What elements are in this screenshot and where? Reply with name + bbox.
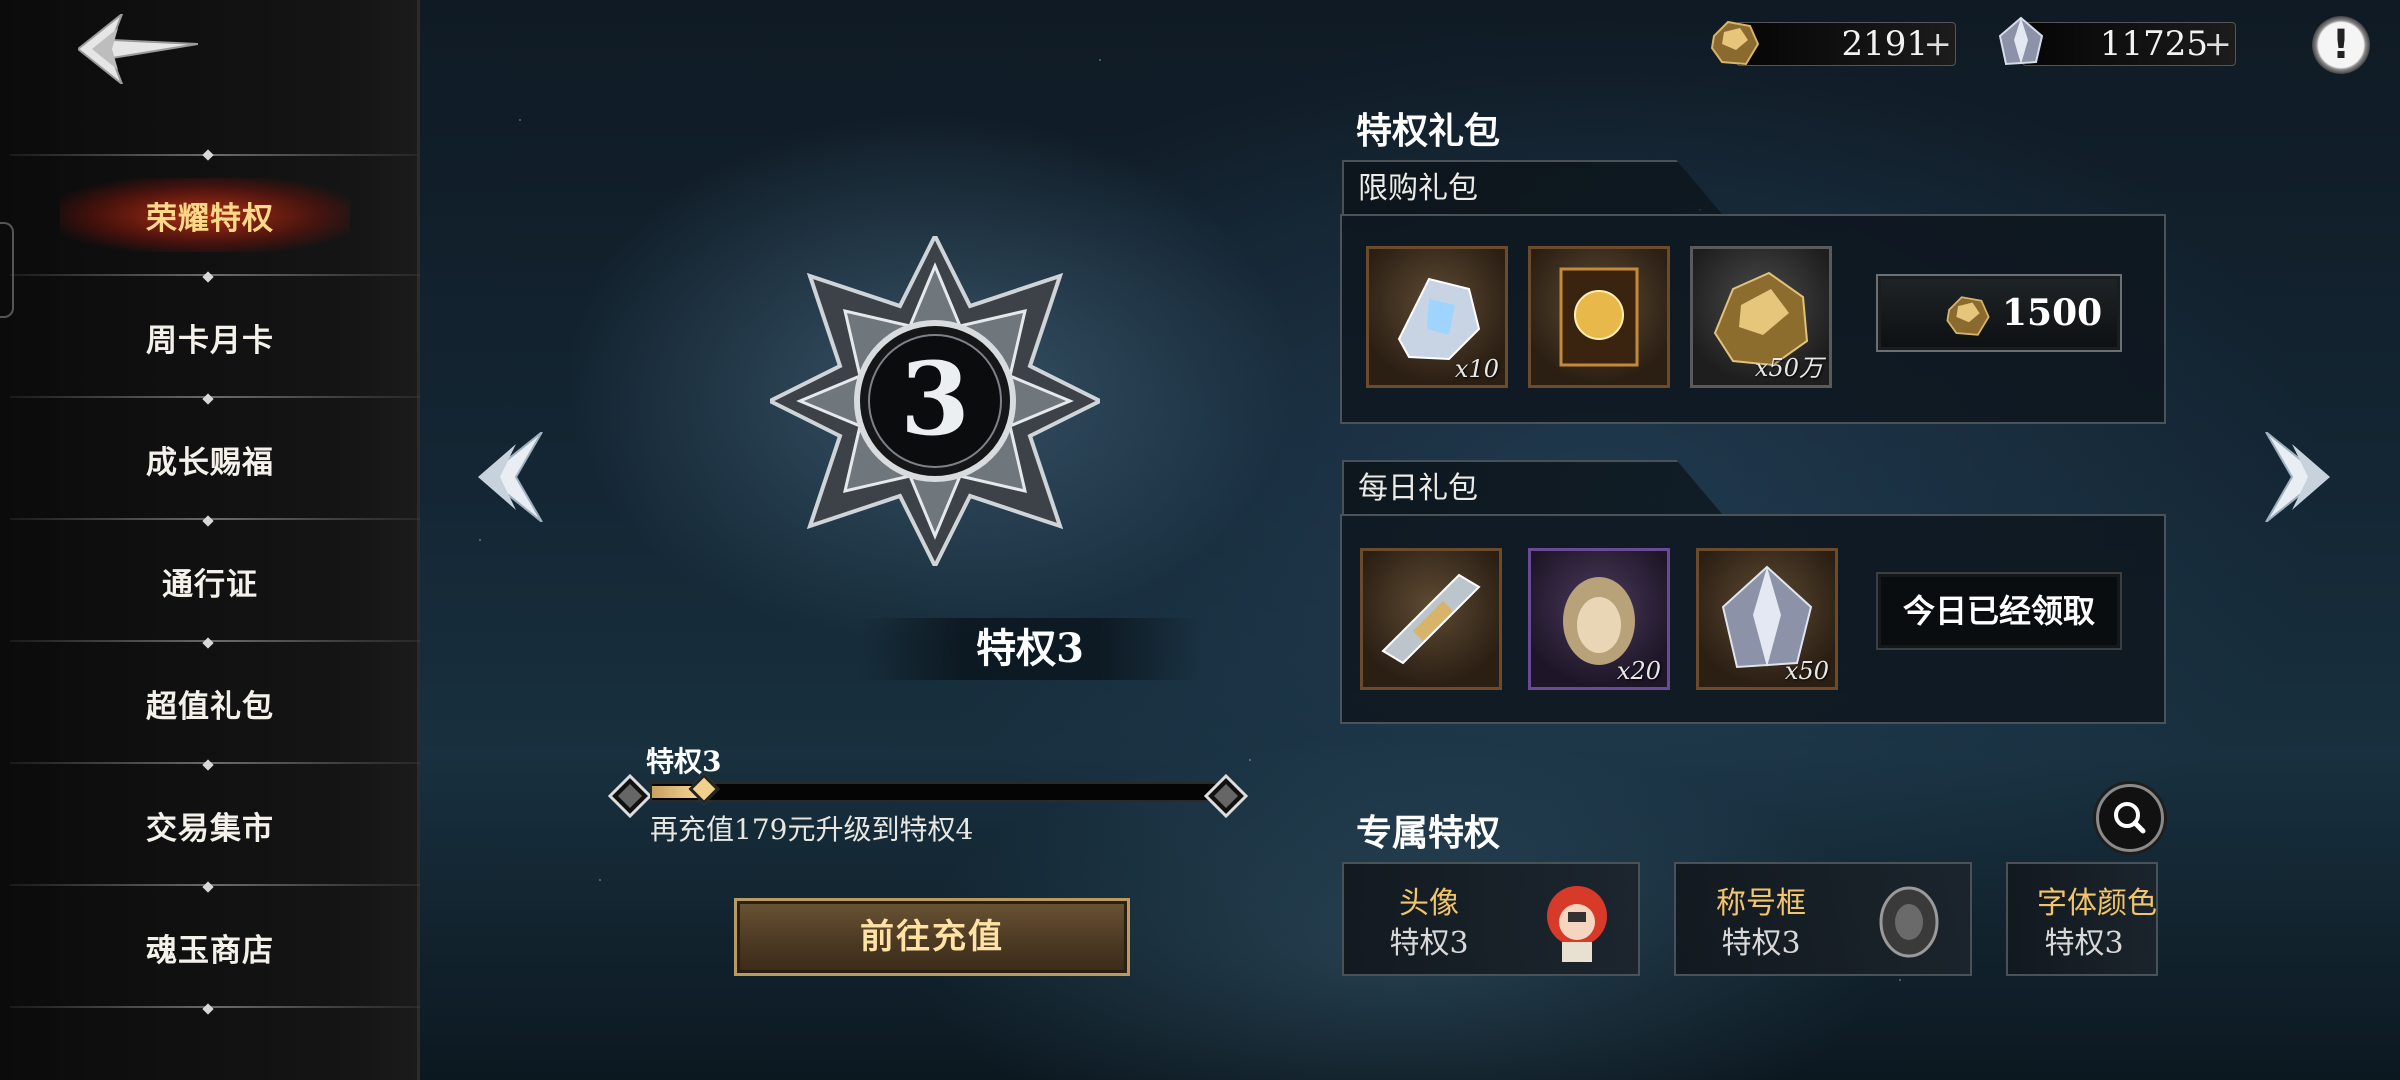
perk-level: 特权3 — [1721, 926, 1801, 961]
sidebar-item-label: 交易集市 — [146, 810, 274, 847]
sidebar-item-label: 通行证 — [162, 566, 258, 603]
go-recharge-button[interactable]: 前往充值 — [734, 898, 1130, 976]
add-crystal-icon[interactable]: + — [2204, 22, 2233, 66]
daily-claimed-button[interactable]: 今日已经领取 — [1876, 572, 2122, 650]
crystal-currency[interactable]: 11725 + — [1992, 14, 2236, 72]
crystal-amount: 11725 — [2099, 24, 2208, 64]
info-button[interactable]: ! — [2312, 16, 2370, 74]
perk-level: 特权3 — [2044, 926, 2124, 961]
sidebar-item-label: 周卡月卡 — [146, 322, 274, 359]
perk-card-title-frame[interactable]: 称号框 特权3 — [1674, 862, 1972, 976]
progress-hint-text: 再充值179元升级到特权4 — [650, 813, 974, 846]
gold-currency[interactable]: 2191 + — [1706, 14, 1956, 72]
gold-amount: 2191 — [1841, 24, 1928, 64]
privilege-badge-icon: 3 — [765, 231, 1105, 571]
sidebar-item-glory-privilege[interactable]: 荣耀特权 — [0, 154, 420, 276]
sidebar: 荣耀特权 周卡月卡 成长赐福 通行证 超值礼包 交易集市 魂玉商店 — [0, 0, 420, 1080]
privilege-title: 特权3 — [976, 625, 1084, 672]
sidebar-item-value-packs[interactable]: 超值礼包 — [0, 642, 420, 764]
add-gold-icon[interactable]: + — [1924, 22, 1953, 66]
perk-name: 称号框 — [1716, 886, 1806, 921]
sidebar-menu: 荣耀特权 周卡月卡 成长赐福 通行证 超值礼包 交易集市 魂玉商店 — [0, 154, 420, 1008]
pack-item[interactable] — [1360, 548, 1502, 690]
gold-ore-icon — [1706, 14, 1764, 72]
pack-price: 1500 — [2002, 292, 2103, 334]
sidebar-item-growth-blessing[interactable]: 成长赐福 — [0, 398, 420, 520]
sidebar-item-trading-market[interactable]: 交易集市 — [0, 764, 420, 886]
perk-name: 字体颜色 — [2037, 886, 2157, 921]
search-icon[interactable] — [2096, 784, 2164, 852]
perk-card-font-color[interactable]: 字体颜色 特权3 — [2006, 862, 2158, 976]
sidebar-item-label: 成长赐福 — [146, 444, 274, 481]
sidebar-item-label: 超值礼包 — [146, 688, 274, 725]
previous-privilege-arrow-icon[interactable] — [476, 431, 546, 523]
packs-section-title: 特权礼包 — [1356, 110, 1501, 152]
sidebar-item-battle-pass[interactable]: 通行证 — [0, 520, 420, 642]
progress-start-diamond-icon — [608, 774, 652, 818]
progress-level-label: 特权3 — [646, 745, 722, 778]
buy-limited-pack-button[interactable]: 1500 — [1876, 274, 2122, 352]
item-quantity: x10 — [1454, 355, 1499, 383]
perks-section-title: 专属特权 — [1356, 812, 1501, 854]
sidebar-item-label: 魂玉商店 — [146, 932, 274, 969]
privilege-progress-bar — [650, 773, 1220, 805]
tab-daily-pack: 每日礼包 — [1342, 460, 1722, 514]
sidebar-item-soul-jade-shop[interactable]: 魂玉商店 — [0, 886, 420, 1008]
pack-item[interactable]: x20 — [1528, 548, 1670, 690]
perk-name: 头像 — [1399, 886, 1459, 921]
back-arrow-icon[interactable] — [76, 10, 199, 88]
blade-shard-icon — [1381, 573, 1481, 665]
progress-end-diamond-icon — [1204, 774, 1248, 818]
item-quantity: x20 — [1616, 657, 1661, 685]
silver-crystal-icon — [1992, 14, 2050, 72]
sidebar-item-label: 荣耀特权 — [146, 200, 274, 237]
tab-limited-pack: 限购礼包 — [1342, 160, 1722, 214]
item-quantity: x50 — [1784, 657, 1829, 685]
next-privilege-arrow-icon[interactable] — [2262, 431, 2332, 523]
perk-level: 特权3 — [1389, 926, 1469, 961]
rune-tome-icon — [1559, 267, 1639, 367]
pack-item[interactable]: x50万 — [1690, 246, 1832, 388]
pack-item[interactable]: x10 — [1366, 246, 1508, 388]
item-quantity: x50万 — [1754, 354, 1823, 382]
pack-item[interactable]: x50 — [1696, 548, 1838, 690]
perk-card-avatar[interactable]: 头像 特权3 — [1342, 862, 1640, 976]
badge-number: 3 — [900, 340, 970, 458]
gold-ore-icon — [1946, 296, 1990, 336]
title-frame-icon — [1879, 886, 1939, 958]
avatar-icon — [1547, 886, 1607, 962]
sidebar-item-weekly-monthly-card[interactable]: 周卡月卡 — [0, 276, 420, 398]
pack-item[interactable] — [1528, 246, 1670, 388]
